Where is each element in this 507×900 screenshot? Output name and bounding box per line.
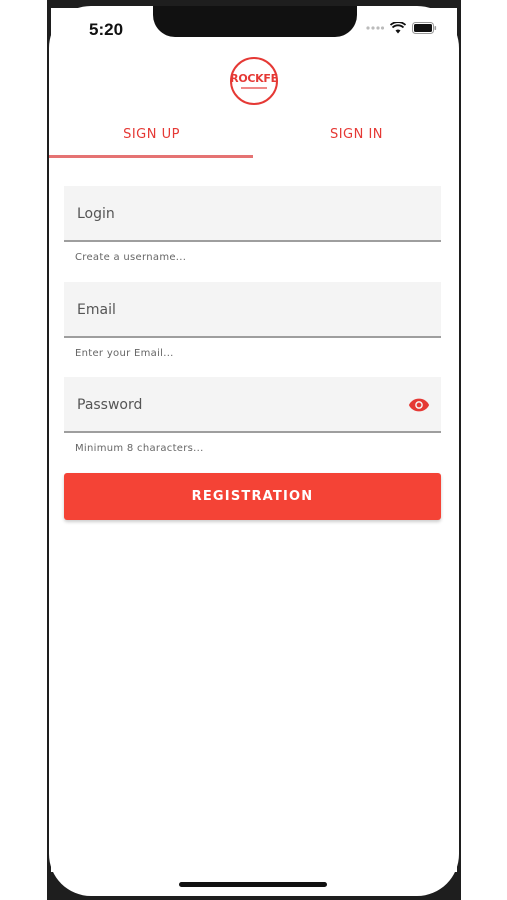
password-input[interactable] [75,377,399,433]
login-field [64,186,441,242]
logo-tagline-mark [241,87,267,89]
password-helper-text: Minimum 8 characters... [75,443,204,454]
email-field [64,282,441,338]
auth-tabs: SIGN UP SIGN IN [49,121,459,159]
active-tab-indicator [49,155,253,158]
eye-icon[interactable] [407,394,431,416]
password-field [64,377,441,433]
battery-icon [412,22,437,34]
login-input[interactable] [75,186,399,242]
tab-sign-up[interactable]: SIGN UP [49,121,254,159]
home-indicator [179,882,327,887]
status-icons [366,22,437,34]
logo-text: ROCKFE [230,72,278,85]
email-helper-text: Enter your Email... [75,348,174,359]
signal-icon [366,26,384,30]
tab-sign-in[interactable]: SIGN IN [254,121,459,159]
app-logo: ROCKFE [230,57,278,105]
registration-button[interactable]: REGISTRATION [64,473,441,520]
status-time: 5:20 [89,20,124,39]
login-helper-text: Create a username... [75,252,187,263]
email-input[interactable] [75,282,399,338]
phone-screen: 5:20 ROCKFE SIGN UP SIGN IN Create a use… [49,6,459,896]
wifi-icon [390,22,406,34]
notch [153,6,357,37]
